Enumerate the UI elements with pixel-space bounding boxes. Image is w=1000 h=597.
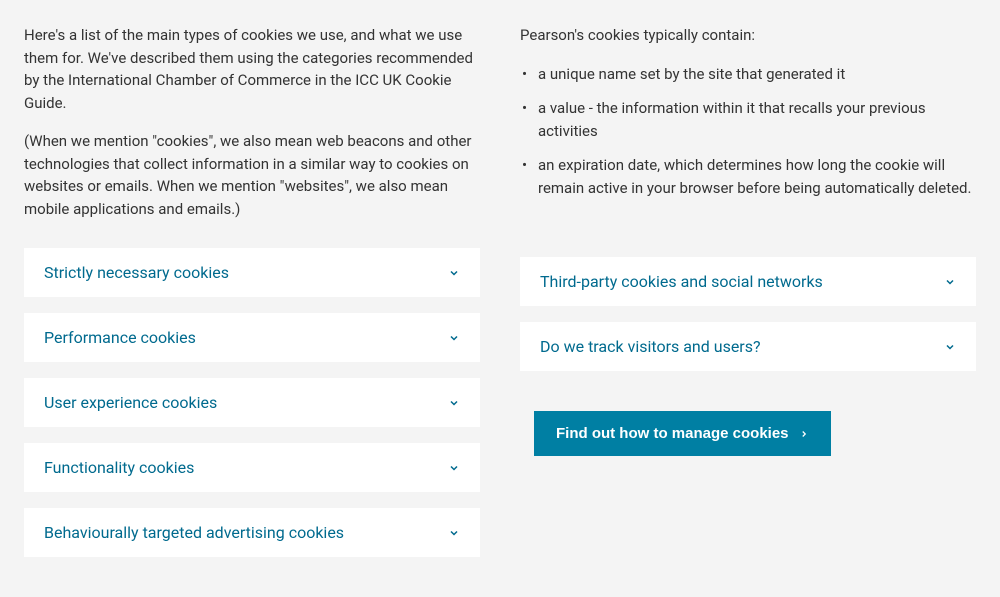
chevron-right-icon bbox=[799, 429, 809, 439]
chevron-down-icon bbox=[448, 397, 460, 409]
chevron-down-icon bbox=[448, 267, 460, 279]
bullet-item: a value - the information within it that… bbox=[520, 97, 976, 142]
accordion-list-right: Third-party cookies and social networks … bbox=[520, 257, 976, 371]
accordion-functionality[interactable]: Functionality cookies bbox=[24, 443, 480, 492]
right-lead-text: Pearson's cookies typically contain: bbox=[520, 24, 976, 47]
accordion-performance[interactable]: Performance cookies bbox=[24, 313, 480, 362]
chevron-down-icon bbox=[448, 527, 460, 539]
accordion-label: Strictly necessary cookies bbox=[44, 263, 229, 282]
chevron-down-icon bbox=[944, 341, 956, 353]
accordion-label: Third-party cookies and social networks bbox=[540, 272, 823, 291]
accordion-label: Do we track visitors and users? bbox=[540, 337, 761, 356]
cta-label: Find out how to manage cookies bbox=[556, 425, 789, 442]
intro-text: Here's a list of the main types of cooki… bbox=[24, 24, 480, 220]
accordion-behavioural-advertising[interactable]: Behaviourally targeted advertising cooki… bbox=[24, 508, 480, 557]
accordion-label: Functionality cookies bbox=[44, 458, 194, 477]
chevron-down-icon bbox=[448, 332, 460, 344]
accordion-third-party[interactable]: Third-party cookies and social networks bbox=[520, 257, 976, 306]
intro-paragraph-2: (When we mention "cookies", we also mean… bbox=[24, 130, 480, 220]
accordion-user-experience[interactable]: User experience cookies bbox=[24, 378, 480, 427]
bullet-list: a unique name set by the site that gener… bbox=[520, 63, 976, 200]
chevron-down-icon bbox=[448, 462, 460, 474]
accordion-list-left: Strictly necessary cookies Performance c… bbox=[24, 248, 480, 557]
bullet-item: a unique name set by the site that gener… bbox=[520, 63, 976, 86]
accordion-label: Performance cookies bbox=[44, 328, 196, 347]
intro-paragraph-1: Here's a list of the main types of cooki… bbox=[24, 24, 480, 114]
accordion-track-visitors[interactable]: Do we track visitors and users? bbox=[520, 322, 976, 371]
accordion-label: User experience cookies bbox=[44, 393, 217, 412]
accordion-label: Behaviourally targeted advertising cooki… bbox=[44, 523, 344, 542]
manage-cookies-button[interactable]: Find out how to manage cookies bbox=[534, 411, 831, 456]
bullet-item: an expiration date, which determines how… bbox=[520, 154, 976, 199]
accordion-strictly-necessary[interactable]: Strictly necessary cookies bbox=[24, 248, 480, 297]
chevron-down-icon bbox=[944, 276, 956, 288]
